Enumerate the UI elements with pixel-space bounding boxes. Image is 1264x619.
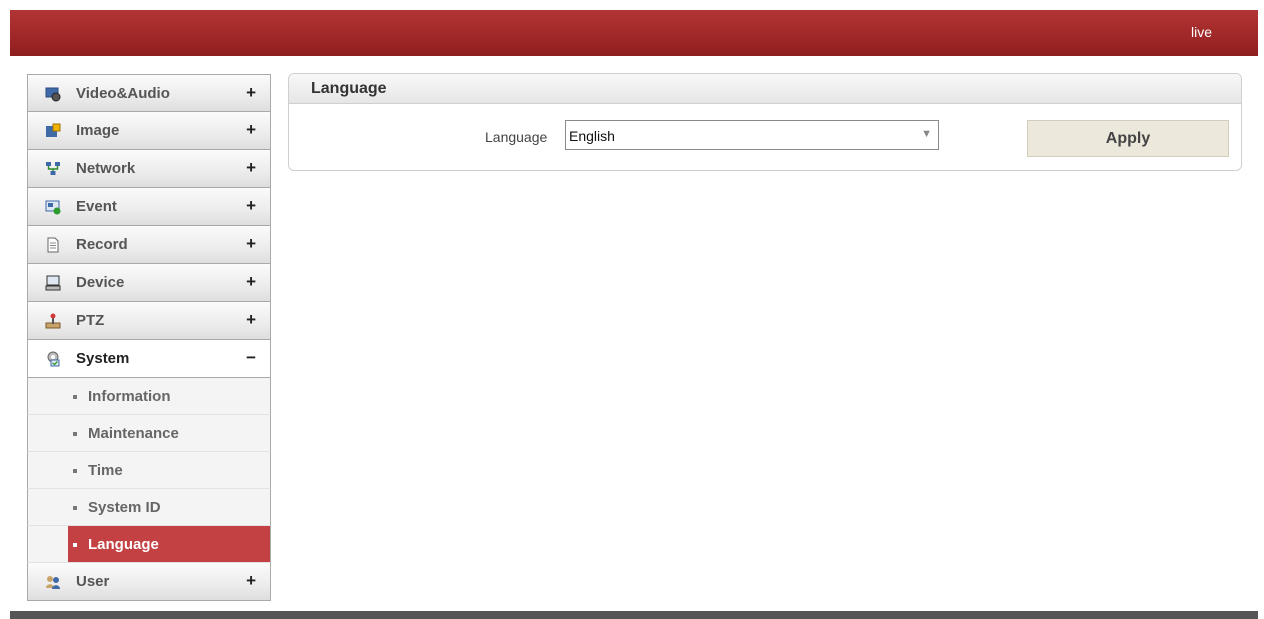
expand-icon: + [246,272,256,291]
bullet-icon [73,469,77,473]
submenu-item-system-id[interactable]: System ID [27,489,271,526]
sidebar-item-label: User [76,573,110,590]
expand-icon: + [246,571,256,590]
submenu-item-label: Time [88,462,123,479]
record-icon [47,237,59,253]
sidebar-item-image[interactable]: Image + [27,112,271,150]
sidebar-item-video-audio[interactable]: Video&Audio + [27,74,271,112]
sidebar-item-label: PTZ [76,312,105,329]
image-icon [46,123,61,137]
sidebar-item-device[interactable]: Device + [27,264,271,302]
language-select[interactable]: English ▼ [565,120,939,150]
device-icon [45,275,61,291]
submenu-item-information[interactable]: Information [27,378,271,415]
bullet-icon [73,432,77,436]
sidebar-item-label: Device [76,274,125,291]
sidebar-item-system[interactable]: System − [27,340,271,378]
video-audio-icon [45,87,61,102]
sidebar-item-record[interactable]: Record + [27,226,271,264]
submenu-item-label: System ID [88,499,161,516]
system-icon [47,351,60,367]
sidebar-item-label: System [76,350,130,367]
sidebar-item-label: Event [76,198,117,215]
submenu-item-maintenance[interactable]: Maintenance [27,415,271,452]
expand-icon: + [246,158,256,177]
submenu-item-label: Information [88,388,171,405]
dropdown-arrow-icon: ▼ [921,128,932,140]
language-panel: Language Language English ▼ Apply [288,73,1242,171]
submenu-item-label: Maintenance [88,425,179,442]
submenu-item-label: Language [88,536,159,553]
user-icon [46,576,60,589]
bullet-icon [73,506,77,510]
network-icon [46,162,60,175]
live-link[interactable]: live [1191,24,1212,40]
ptz-icon [45,313,61,329]
apply-button[interactable]: Apply [1027,120,1229,157]
sidebar: Video&Audio + Image + Network + Event + [27,74,271,601]
bottom-bar [10,611,1258,619]
bullet-icon [73,543,77,547]
expand-icon: + [246,120,256,139]
sidebar-item-ptz[interactable]: PTZ + [27,302,271,340]
submenu-item-time[interactable]: Time [27,452,271,489]
top-bar: live [10,10,1258,56]
sidebar-item-label: Record [76,236,128,253]
submenu-item-language[interactable]: Language [27,526,271,563]
sidebar-item-user[interactable]: User + [27,563,271,601]
language-select-value: English [569,128,615,144]
panel-header: Language [289,74,1241,104]
expand-icon: + [246,196,256,215]
sidebar-item-label: Video&Audio [76,85,170,102]
sidebar-item-label: Network [76,160,136,177]
sidebar-item-event[interactable]: Event + [27,188,271,226]
expand-icon: + [246,234,256,253]
language-field-label: Language [485,129,548,145]
event-icon [45,200,61,215]
sidebar-item-network[interactable]: Network + [27,150,271,188]
expand-icon: + [246,310,256,329]
expand-icon: + [246,83,256,102]
panel-title: Language [311,80,387,97]
collapse-icon: − [246,348,256,367]
sidebar-item-label: Image [76,122,120,139]
bullet-icon [73,395,77,399]
